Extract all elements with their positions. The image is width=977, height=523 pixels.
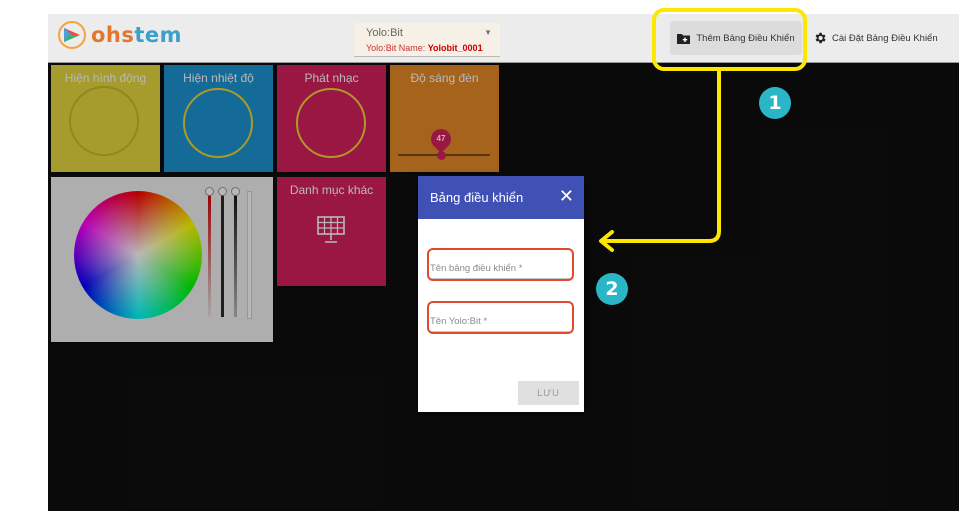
logo-mark-icon xyxy=(58,21,86,49)
dashboard-settings-button[interactable]: Cài Đặt Bảng Điều Khiển xyxy=(813,21,953,55)
device-name-label: Yolo:Bit Name: Yolobit_0001 xyxy=(366,43,483,53)
step1-highlight-box xyxy=(652,8,807,71)
step2-badge: 2 xyxy=(596,273,628,305)
gear-icon xyxy=(815,32,826,44)
close-icon[interactable]: ✕ xyxy=(559,187,574,205)
step1-badge: 1 xyxy=(759,87,791,119)
logo-text: ohstem xyxy=(91,23,183,47)
dashboard-name-highlight xyxy=(427,248,574,281)
ohstem-logo[interactable]: ohstem xyxy=(57,20,182,50)
dashboard-dialog: Bảng điều khiển ✕ LƯU xyxy=(418,176,584,412)
device-selector[interactable]: Yolo:Bit ▼ Yolo:Bit Name: Yolobit_0001 xyxy=(354,23,500,57)
dialog-title: Bảng điều khiển xyxy=(430,190,524,205)
device-selector-value: Yolo:Bit xyxy=(366,27,403,39)
top-bar: ohstem Yolo:Bit ▼ Yolo:Bit Name: Yolobit… xyxy=(48,14,959,63)
device-name-highlight xyxy=(427,301,574,334)
save-button[interactable]: LƯU xyxy=(518,381,579,405)
dropdown-caret-icon: ▼ xyxy=(484,28,492,37)
dialog-header: Bảng điều khiển ✕ xyxy=(418,176,584,219)
dashboard-settings-label: Cài Đặt Bảng Điều Khiển xyxy=(832,32,938,44)
